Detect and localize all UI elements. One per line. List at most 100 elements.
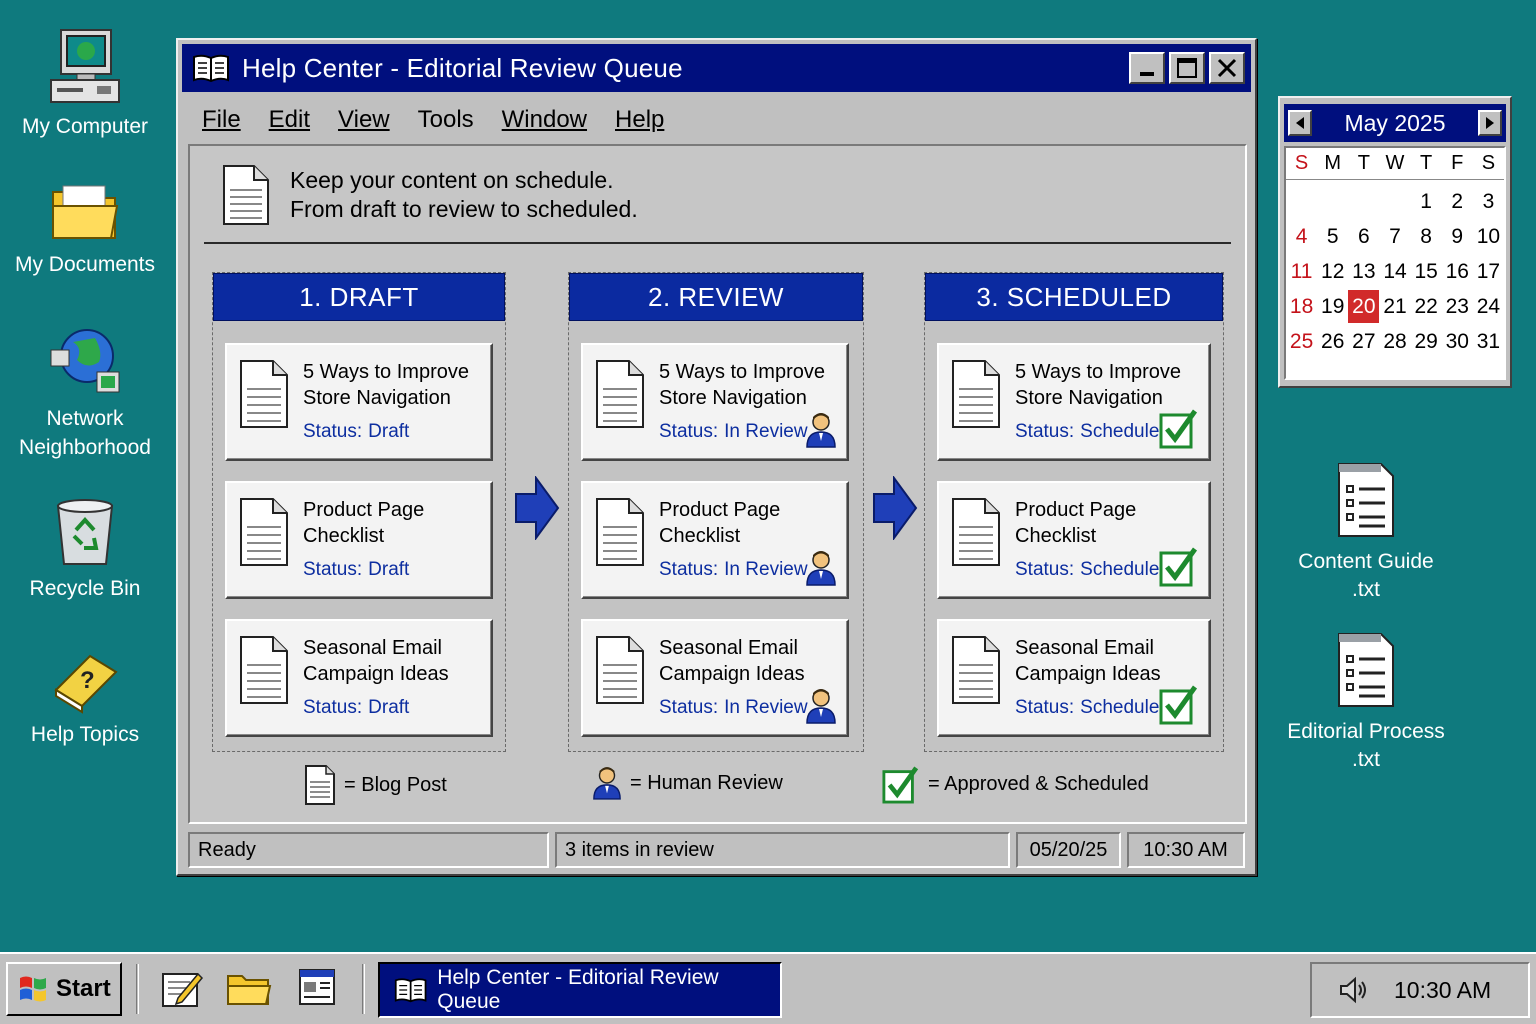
calendar-day[interactable]: 15 bbox=[1411, 260, 1442, 284]
calendar-day[interactable]: 31 bbox=[1473, 330, 1504, 354]
task-title: Help Center - Editorial Review Queue bbox=[437, 966, 719, 1013]
calendar-day[interactable]: 2 bbox=[1442, 190, 1473, 214]
blog-post-icon bbox=[240, 360, 288, 428]
calendar-header: May 2025 bbox=[1284, 104, 1506, 142]
calendar-day[interactable]: 23 bbox=[1442, 295, 1473, 319]
column-scheduled: 3. SCHEDULED 5 Ways to Improve Store Nav… bbox=[924, 272, 1224, 752]
calendar-day[interactable]: 5 bbox=[1317, 225, 1348, 249]
text-file-icon bbox=[1338, 633, 1394, 707]
calendar-day[interactable]: 18 bbox=[1286, 295, 1317, 319]
title-bar[interactable]: Help Center - Editorial Review Queue bbox=[182, 44, 1251, 92]
menu-file[interactable]: File bbox=[202, 106, 241, 134]
calendar-day[interactable]: 4 bbox=[1286, 225, 1317, 249]
desktop-icon-recycle-bin[interactable]: Recycle Bin bbox=[0, 496, 170, 603]
file-icon-content-guide[interactable]: Content Guide .txt bbox=[1276, 460, 1456, 604]
calendar-day[interactable]: 24 bbox=[1473, 295, 1504, 319]
file-icon-editorial-process[interactable]: Editorial Process .txt bbox=[1276, 630, 1456, 774]
divider bbox=[204, 242, 1231, 244]
calendar-day[interactable]: 10 bbox=[1473, 225, 1504, 249]
speaker-icon[interactable] bbox=[1338, 975, 1368, 1005]
maximize-button[interactable] bbox=[1169, 52, 1205, 84]
calendar-day[interactable]: 28 bbox=[1379, 330, 1410, 354]
desktop-icon-label: Recycle Bin bbox=[29, 577, 141, 600]
desktop-icon-help-topics[interactable]: ? Help Topics bbox=[0, 650, 170, 749]
status-time: 10:30 AM bbox=[1127, 832, 1245, 868]
status-info: 3 items in review bbox=[554, 832, 1010, 868]
calendar-day[interactable]: 11 bbox=[1286, 260, 1317, 284]
menu-tools[interactable]: Tools bbox=[418, 106, 474, 134]
folder-icon[interactable] bbox=[226, 968, 272, 1008]
minimize-button[interactable] bbox=[1129, 52, 1165, 84]
desktop-icon-my-documents[interactable]: My Documents bbox=[0, 180, 170, 279]
calendar-day[interactable]: 1 bbox=[1411, 190, 1442, 214]
status-state: Ready bbox=[188, 832, 549, 868]
next-month-button[interactable] bbox=[1477, 110, 1502, 136]
calendar-day[interactable]: 14 bbox=[1379, 260, 1410, 284]
taskbar: Start Help Center - Editorial Review Que… bbox=[0, 952, 1536, 1024]
calendar-day[interactable]: 16 bbox=[1442, 260, 1473, 284]
calendar-day[interactable]: 21 bbox=[1379, 295, 1410, 319]
card-status: Status: In Review bbox=[659, 697, 808, 718]
calendar-day[interactable]: 26 bbox=[1317, 330, 1348, 354]
file-extension: .txt bbox=[1351, 748, 1380, 771]
menu-view[interactable]: View bbox=[338, 106, 390, 134]
menu-help[interactable]: Help bbox=[615, 106, 664, 134]
taskbar-clock: 10:30 AM bbox=[1394, 976, 1492, 1003]
calendar-day[interactable]: 13 bbox=[1348, 260, 1379, 284]
calendar-day[interactable]: 7 bbox=[1379, 225, 1410, 249]
card[interactable]: Seasonal Email Campaign Ideas Status: In … bbox=[581, 619, 849, 737]
folder-icon bbox=[52, 185, 119, 239]
calendar-day[interactable]: 29 bbox=[1411, 330, 1442, 354]
card[interactable]: Seasonal Email Campaign Ideas Status: Dra… bbox=[225, 619, 493, 737]
calendar-day[interactable]: 19 bbox=[1317, 295, 1348, 319]
calendar-day[interactable]: 25 bbox=[1286, 330, 1317, 354]
blog-post-icon bbox=[305, 765, 335, 805]
desktop-icon-label: My Documents bbox=[14, 253, 156, 276]
menu-window[interactable]: Window bbox=[502, 106, 587, 134]
calendar-month: May 2025 bbox=[1344, 109, 1446, 136]
calendar-day[interactable]: 22 bbox=[1411, 295, 1442, 319]
column-draft: 1. DRAFT 5 Ways to Improve Store Navigat… bbox=[212, 272, 506, 752]
desktop-icon-label: Help Topics bbox=[30, 723, 140, 746]
calendar-day[interactable]: 6 bbox=[1348, 225, 1379, 249]
close-button[interactable] bbox=[1209, 52, 1245, 84]
card[interactable]: Product Page Checklist Status: Scheduled bbox=[937, 481, 1211, 599]
card[interactable]: Seasonal Email Campaign Ideas Status: Sch… bbox=[937, 619, 1211, 737]
recycle-bin-icon bbox=[56, 499, 114, 565]
calendar-day[interactable]: 20 bbox=[1348, 290, 1380, 323]
card-status: Status: Scheduled bbox=[1015, 697, 1170, 718]
calendar-weekday: S bbox=[1481, 152, 1496, 174]
calendar-day[interactable]: 9 bbox=[1442, 225, 1473, 249]
window-app-icon[interactable] bbox=[298, 968, 338, 1008]
card[interactable]: 5 Ways to Improve Store Navigation Statu… bbox=[581, 343, 849, 461]
prev-month-button[interactable] bbox=[1288, 110, 1312, 136]
legend-approved: = Approved & Scheduled bbox=[882, 764, 1149, 804]
intro-line-2: From draft to review to scheduled. bbox=[290, 196, 638, 222]
taskbar-separator bbox=[362, 964, 365, 1014]
taskbar-task-help-center[interactable]: Help Center - Editorial Review Queue bbox=[378, 962, 782, 1018]
human-review-icon bbox=[806, 551, 836, 586]
card[interactable]: Product Page Checklist Status: Draft bbox=[225, 481, 493, 599]
card[interactable]: Product Page Checklist Status: In Review bbox=[581, 481, 849, 599]
close-icon bbox=[1217, 58, 1237, 78]
card[interactable]: 5 Ways to Improve Store Navigation Statu… bbox=[225, 343, 493, 461]
legend-label: = Human Review bbox=[630, 771, 783, 794]
menu-edit[interactable]: Edit bbox=[269, 106, 310, 134]
desktop-icon-network-neighborhood[interactable]: Network Neighborhood bbox=[0, 326, 170, 462]
notepad-pencil-icon[interactable] bbox=[160, 968, 204, 1010]
calendar-day[interactable]: 12 bbox=[1317, 260, 1348, 284]
desktop-icon-label: My Computer bbox=[21, 115, 149, 138]
human-review-icon bbox=[806, 413, 836, 448]
calendar-weekday: T bbox=[1420, 152, 1433, 174]
column-review: 2. REVIEW 5 Ways to Improve Store Naviga… bbox=[568, 272, 864, 752]
start-button[interactable]: Start bbox=[6, 962, 122, 1016]
desktop-icon-my-computer[interactable]: My Computer bbox=[0, 28, 170, 141]
calendar-day[interactable]: 27 bbox=[1348, 330, 1379, 354]
card-title: Seasonal Email Campaign Ideas bbox=[659, 637, 805, 685]
calendar-day[interactable]: 17 bbox=[1473, 260, 1504, 284]
calendar-day[interactable]: 8 bbox=[1411, 225, 1442, 249]
card[interactable]: 5 Ways to Improve Store Navigation Statu… bbox=[937, 343, 1211, 461]
calendar-day[interactable]: 30 bbox=[1442, 330, 1473, 354]
card-title: Product Page Checklist bbox=[303, 499, 425, 547]
calendar-day[interactable]: 3 bbox=[1473, 190, 1504, 214]
